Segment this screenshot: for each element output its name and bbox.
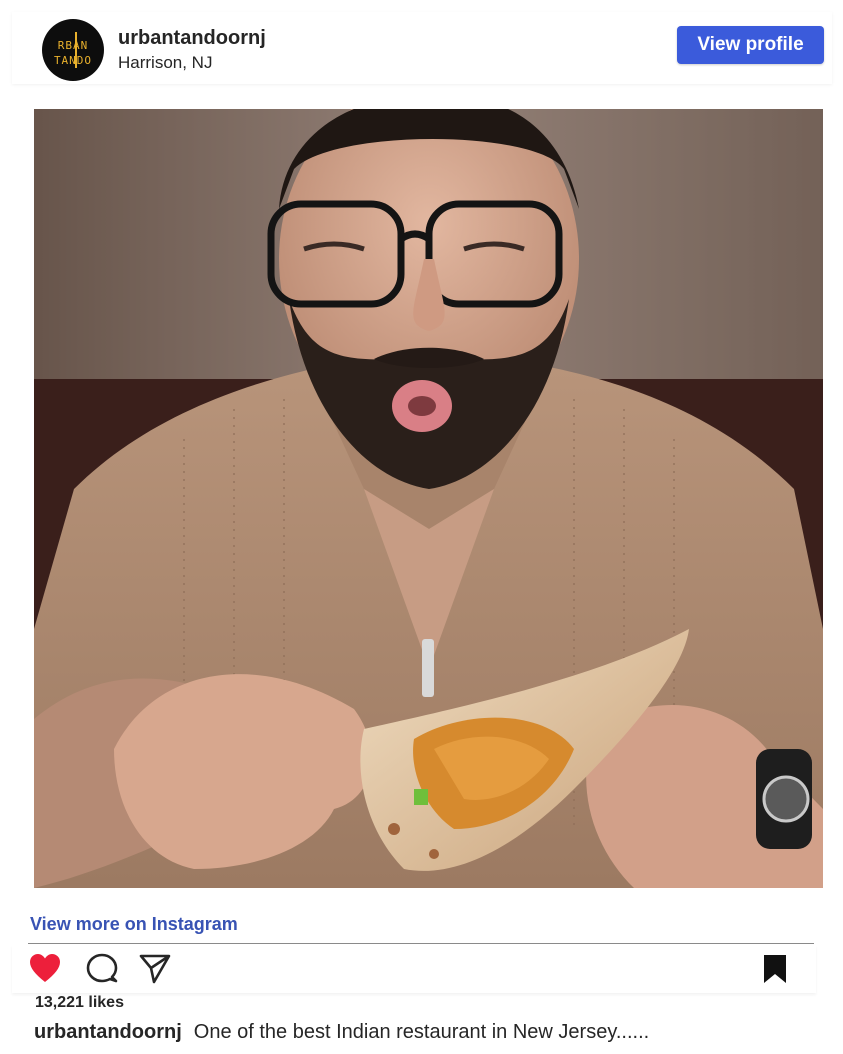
view-profile-button[interactable]: View profile (677, 26, 824, 64)
avatar-logo-line1: RBAN (57, 39, 89, 52)
post-location[interactable]: Harrison, NJ (118, 53, 212, 73)
heart-filled-icon[interactable] (28, 953, 62, 985)
post-header: RBAN TANDO urbantandoornj Harrison, NJ V… (12, 12, 832, 84)
post-caption: urbantandoornj One of the best Indian res… (34, 1021, 649, 1044)
post-action-bar (12, 945, 816, 993)
view-more-on-instagram-link[interactable]: View more on Instagram (30, 914, 238, 935)
caption-text: One of the best Indian restaurant in New… (193, 1021, 650, 1043)
post-photo[interactable] (34, 109, 823, 888)
avatar[interactable]: RBAN TANDO (42, 19, 104, 81)
likes-count[interactable]: 13,221 likes (35, 994, 124, 1012)
share-icon[interactable] (138, 953, 172, 985)
comment-icon[interactable] (85, 953, 119, 985)
post-username[interactable]: urbantandoornj (118, 27, 266, 50)
bookmark-icon[interactable] (758, 953, 792, 985)
avatar-logo-line2: TANDO (53, 54, 93, 67)
caption-username[interactable]: urbantandoornj (34, 1021, 182, 1043)
divider (28, 943, 814, 944)
